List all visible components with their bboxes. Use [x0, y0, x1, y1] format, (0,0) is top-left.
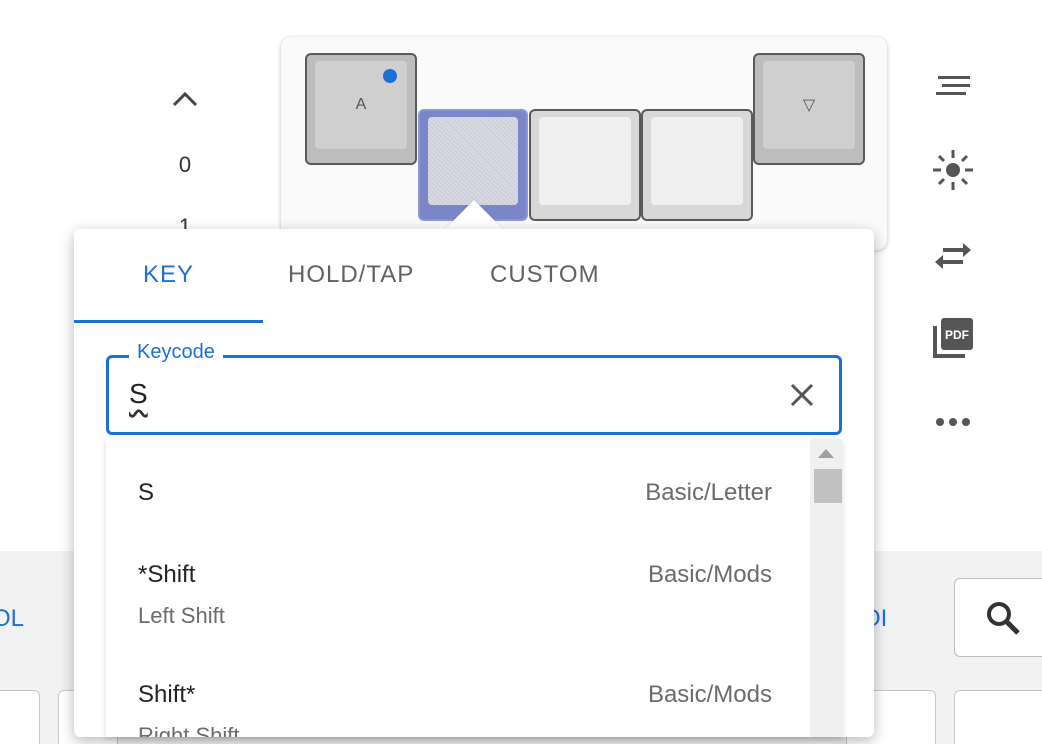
swap-icon: [935, 243, 971, 269]
result-title: S: [138, 479, 155, 506]
pdf-icon: PDF: [933, 318, 973, 358]
tab-custom[interactable]: CUSTOM: [490, 261, 600, 289]
keycode-field[interactable]: Keycode S: [106, 341, 842, 435]
list-item[interactable]: *Shift Left Shift Basic/Mods: [106, 521, 806, 641]
palette-key[interactable]: [954, 690, 1042, 744]
background-link-left[interactable]: OL: [0, 605, 24, 633]
swap-button[interactable]: [928, 234, 978, 278]
brightness-icon: [933, 150, 973, 190]
result-subtitle: Right Shift: [138, 723, 240, 737]
scroll-thumb[interactable]: [814, 469, 842, 503]
search-icon: [987, 601, 1020, 635]
more-button[interactable]: [928, 400, 978, 444]
key-transparent-label: ▽: [763, 61, 855, 149]
result-category: Basic/Letter: [645, 479, 772, 506]
search-button[interactable]: [954, 578, 1042, 657]
key-transparent[interactable]: ▽: [753, 53, 865, 165]
keymap-editor: 0 1 A ▽ PDF OL OI KEY HOLD/TAP CUSTOM Ke…: [0, 0, 1042, 744]
list-item[interactable]: S Basic/Letter: [106, 439, 806, 521]
keycode-popover: KEY HOLD/TAP CUSTOM Keycode S S Basic/Le…: [74, 229, 874, 737]
key-blank-2[interactable]: [641, 109, 753, 221]
key-a[interactable]: A: [305, 53, 417, 165]
popover-arrow: [444, 200, 504, 230]
more-icon: [936, 418, 970, 426]
layer-number-0[interactable]: 0: [170, 152, 200, 178]
keycode-results-list: S Basic/Letter *Shift Left Shift Basic/M…: [106, 439, 842, 737]
svg-text:PDF: PDF: [945, 328, 969, 342]
key-selected-label: [428, 117, 518, 205]
format-button[interactable]: [928, 64, 978, 108]
key-blank-2-label: [651, 117, 743, 205]
format-align-icon: [936, 76, 970, 95]
palette-key[interactable]: [0, 690, 40, 744]
results-scrollbar[interactable]: [810, 439, 842, 737]
scroll-up-icon[interactable]: [818, 449, 834, 458]
result-title: *Shift: [138, 561, 196, 588]
close-icon[interactable]: [787, 380, 817, 410]
chevron-up-icon: [172, 91, 198, 107]
result-category: Basic/Mods: [647, 681, 772, 708]
keycode-field-label: Keycode: [129, 341, 223, 364]
popover-tabs: KEY HOLD/TAP CUSTOM: [74, 229, 874, 325]
brightness-button[interactable]: [928, 148, 978, 192]
pdf-button[interactable]: PDF: [928, 316, 978, 360]
key-status-dot: [383, 69, 397, 83]
layer-up-button[interactable]: [170, 86, 200, 112]
tab-hold-tap[interactable]: HOLD/TAP: [288, 261, 414, 289]
result-subtitle: Left Shift: [138, 603, 225, 628]
result-category: Basic/Mods: [647, 561, 772, 588]
key-blank-1[interactable]: [529, 109, 641, 221]
list-item[interactable]: Shift* Right Shift Basic/Mods: [106, 641, 806, 737]
keyboard-panel: A ▽: [281, 37, 887, 250]
tab-key[interactable]: KEY: [143, 261, 194, 289]
keycode-input[interactable]: S: [129, 378, 148, 410]
tab-indicator: [74, 320, 263, 323]
key-blank-1-label: [539, 117, 631, 205]
result-title: Shift*: [138, 681, 196, 708]
